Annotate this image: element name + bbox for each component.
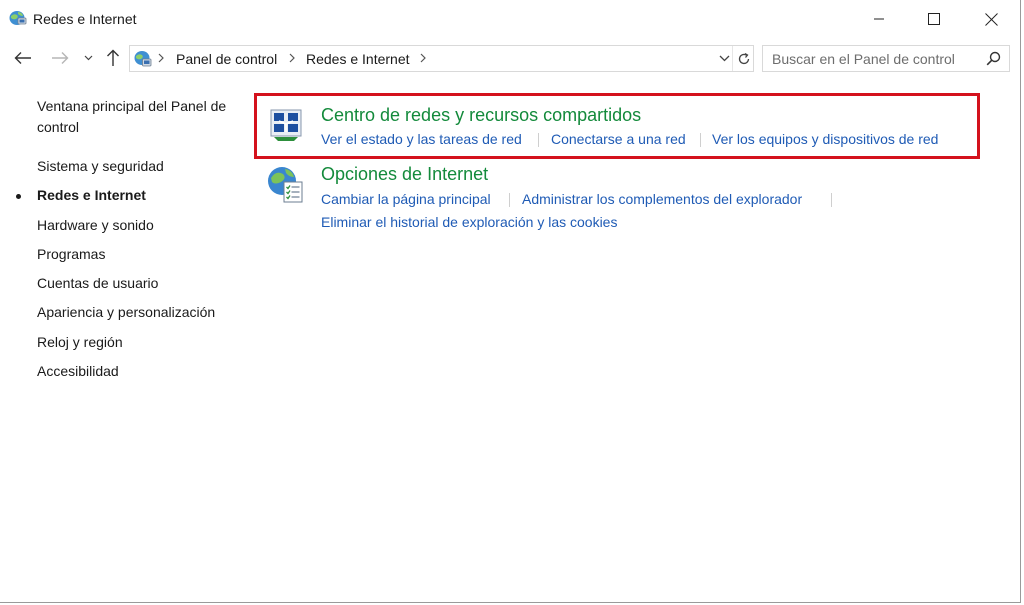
link-administrar-complementos[interactable]: Administrar los complementos del explora…: [522, 191, 802, 207]
link-eliminar-historial[interactable]: Eliminar el historial de exploración y l…: [321, 214, 617, 230]
breadcrumb-separator-icon[interactable]: [289, 52, 296, 66]
refresh-icon: [738, 52, 750, 64]
title-bar: Redes e Internet: [0, 0, 1021, 38]
category-title-centro-de-redes[interactable]: Centro de redes y recursos compartidos: [321, 105, 641, 126]
maximize-button[interactable]: [905, 0, 963, 38]
recent-locations-button[interactable]: [81, 46, 95, 70]
control-panel-window: Redes e Internet Panel de control Redes …: [0, 0, 1021, 603]
chevron-down-icon: [719, 55, 729, 62]
close-icon: [984, 12, 998, 26]
control-panel-icon: [133, 49, 153, 69]
sidebar-home-link[interactable]: Ventana principal del Panel de control: [37, 96, 237, 138]
link-separator: [700, 133, 701, 147]
sidebar-item-accesibilidad[interactable]: Accesibilidad: [37, 363, 119, 379]
address-history-dropdown[interactable]: [714, 46, 734, 71]
link-cambiar-pagina-principal[interactable]: Cambiar la página principal: [321, 191, 491, 207]
category-title-opciones-de-internet[interactable]: Opciones de Internet: [321, 164, 488, 185]
arrow-right-icon: [52, 52, 69, 64]
link-ver-equipos-dispositivos[interactable]: Ver los equipos y dispositivos de red: [712, 131, 938, 147]
address-bar[interactable]: Panel de control Redes e Internet: [129, 45, 754, 72]
back-button[interactable]: [11, 46, 35, 70]
window-title: Redes e Internet: [33, 11, 137, 27]
search-input[interactable]: Buscar en el Panel de control: [762, 45, 1010, 72]
sidebar-item-cuentas-de-usuario[interactable]: Cuentas de usuario: [37, 275, 158, 291]
minimize-button[interactable]: [850, 0, 908, 38]
sidebar-item-sistema-y-seguridad[interactable]: Sistema y seguridad: [37, 158, 164, 174]
refresh-button[interactable]: [732, 46, 755, 71]
maximize-icon: [928, 13, 940, 25]
arrow-left-icon: [14, 52, 31, 64]
minimize-icon: [874, 18, 884, 20]
link-separator: [831, 193, 832, 207]
search-placeholder: Buscar en el Panel de control: [772, 51, 955, 67]
network-center-icon[interactable]: [268, 106, 304, 147]
breadcrumb-redes-e-internet[interactable]: Redes e Internet: [306, 51, 410, 67]
arrow-up-icon: [107, 49, 119, 66]
highlight-box: [254, 93, 980, 159]
internet-options-icon[interactable]: [267, 165, 305, 210]
link-ver-estado-tareas-red[interactable]: Ver el estado y las tareas de red: [321, 131, 522, 147]
breadcrumb-separator-icon[interactable]: [158, 52, 165, 66]
sidebar-item-reloj-y-region[interactable]: Reloj y región: [37, 334, 123, 350]
sidebar-item-hardware-y-sonido[interactable]: Hardware y sonido: [37, 217, 154, 233]
link-conectarse-a-una-red[interactable]: Conectarse a una red: [551, 131, 686, 147]
chevron-down-icon: [84, 55, 92, 61]
current-item-bullet-icon: [16, 194, 21, 199]
search-icon[interactable]: [986, 51, 1001, 71]
breadcrumb-separator-icon[interactable]: [420, 52, 427, 66]
up-button[interactable]: [103, 46, 123, 70]
link-separator: [509, 193, 510, 207]
breadcrumb-panel-de-control[interactable]: Panel de control: [176, 51, 277, 67]
navigation-bar: Panel de control Redes e Internet Buscar…: [0, 40, 1021, 76]
sidebar-item-apariencia-y-personalizacion[interactable]: Apariencia y personalización: [37, 304, 215, 320]
network-globe-icon: [8, 9, 28, 27]
close-button[interactable]: [962, 0, 1020, 38]
forward-button[interactable]: [48, 46, 72, 70]
link-separator: [538, 133, 539, 147]
sidebar-item-programas[interactable]: Programas: [37, 246, 105, 262]
sidebar-item-redes-e-internet[interactable]: Redes e Internet: [37, 187, 146, 203]
